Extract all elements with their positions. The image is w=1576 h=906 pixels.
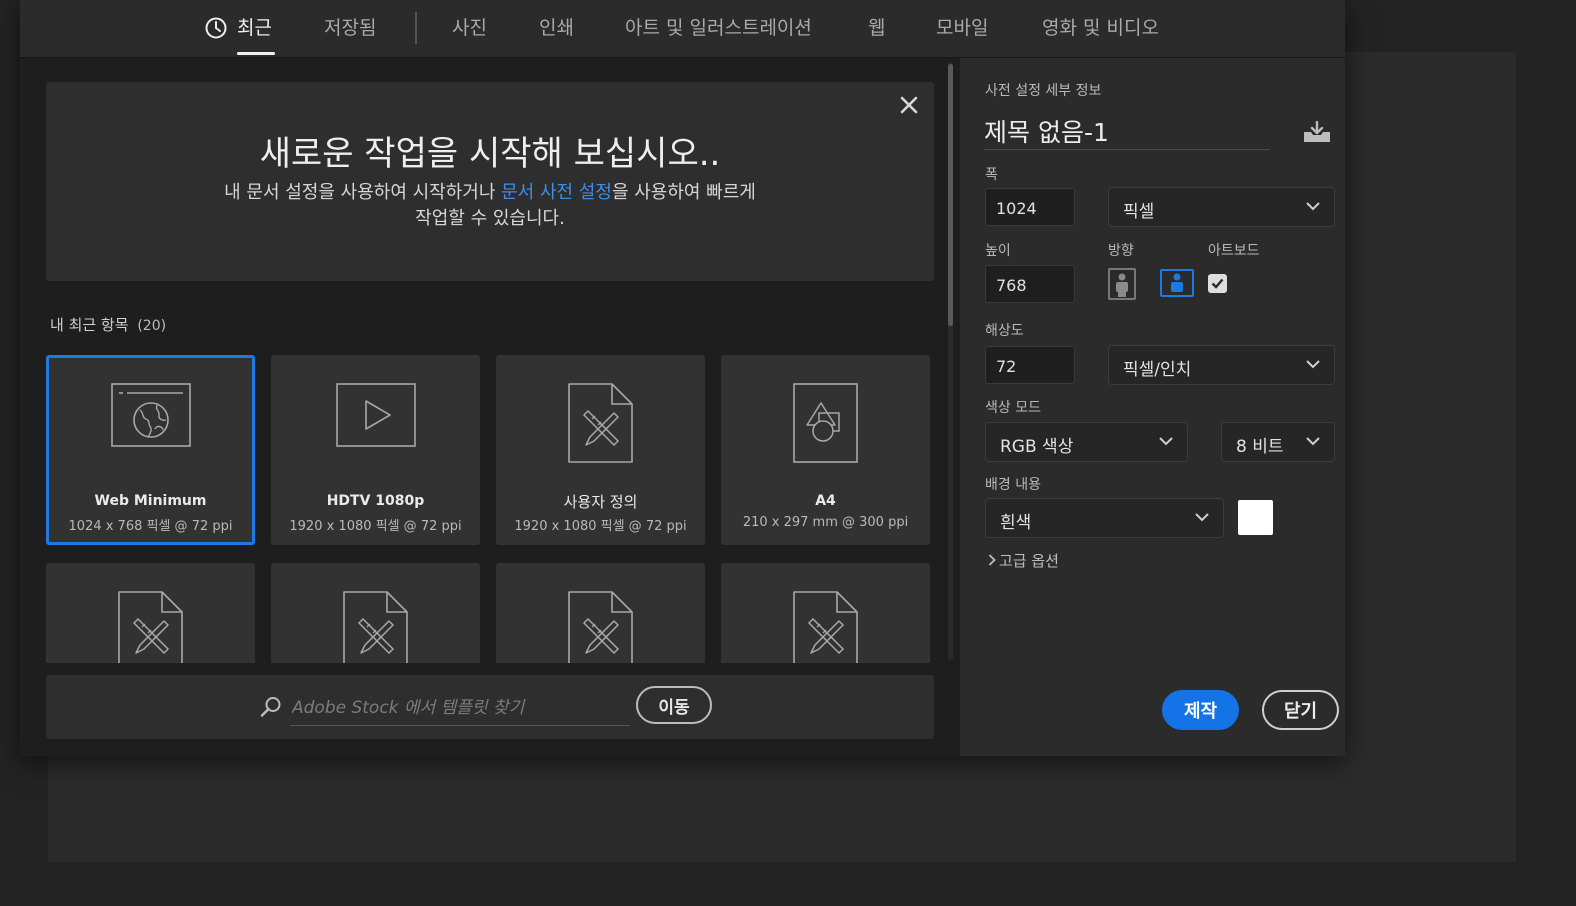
stock-go-button[interactable]: 이동 [636, 686, 712, 724]
tab-print[interactable]: 인쇄 [539, 13, 574, 40]
recent-item-name: 사용자 정의 [563, 493, 638, 511]
custom-document-icon [567, 383, 633, 463]
recent-item[interactable] [271, 563, 480, 663]
clock-icon [205, 17, 227, 39]
stock-search-input[interactable] [290, 691, 630, 726]
width-unit-value: 픽셀 [1123, 202, 1155, 222]
background-color-swatch[interactable] [1238, 500, 1273, 535]
recent-item-name: HDTV 1080p [326, 493, 425, 509]
height-input[interactable]: 768 [985, 265, 1075, 303]
document-presets-link[interactable]: 문서 사전 설정 [501, 182, 612, 203]
tab-web[interactable]: 웹 [868, 13, 885, 40]
welcome-text-part2: 을 사용하여 빠르게 [611, 182, 756, 203]
background-dropdown[interactable]: 흰색 [985, 498, 1224, 538]
recent-item-name: Web Minimum [94, 493, 207, 509]
video-icon [335, 383, 416, 447]
advanced-options-label: 고급 옵션 [999, 552, 1059, 570]
resolution-label: 해상도 [985, 323, 1024, 339]
active-tab-indicator [237, 52, 275, 55]
orientation-label: 방향 [1108, 243, 1134, 259]
welcome-text: 내 문서 설정을 사용하여 시작하거나 문서 사전 설정을 사용하여 빠르게 작… [46, 180, 934, 232]
width-label: 폭 [985, 167, 998, 183]
welcome-text-line2: 작업할 수 있습니다. [415, 208, 565, 229]
bit-depth-dropdown[interactable]: 8 비트 [1221, 422, 1335, 462]
color-mode-value: RGB 색상 [1000, 437, 1074, 457]
tab-recent[interactable]: 최근 [237, 13, 272, 40]
create-button[interactable]: 제작 [1162, 690, 1239, 730]
recent-items-count: (20) [137, 318, 167, 334]
custom-document-icon [567, 591, 633, 663]
preset-details-title: 사전 설정 세부 정보 [985, 83, 1102, 99]
landscape-orientation-icon[interactable] [1160, 269, 1194, 297]
tab-mobile[interactable]: 모바일 [936, 13, 988, 40]
recent-item-custom[interactable]: 사용자 정의 1920 x 1080 픽셀 @ 72 ppi [496, 355, 705, 545]
resolution-unit-dropdown[interactable]: 픽셀/인치 [1108, 345, 1335, 385]
recent-item-dimensions: 210 x 297 mm @ 300 ppi [742, 515, 909, 530]
width-unit-dropdown[interactable]: 픽셀 [1108, 187, 1335, 227]
stock-search-bar: 이동 [46, 675, 934, 739]
recent-item-name: A4 [815, 493, 836, 509]
recent-item-hdtv-1080p[interactable]: HDTV 1080p 1920 x 1080 픽셀 @ 72 ppi [271, 355, 480, 545]
artboard-checkbox[interactable] [1208, 274, 1227, 293]
chevron-down-icon [1306, 437, 1320, 446]
recent-item-dimensions: 1024 x 768 픽셀 @ 72 ppi [68, 519, 233, 534]
welcome-text-part1: 내 문서 설정을 사용하여 시작하거나 [224, 182, 502, 203]
save-preset-icon[interactable] [1303, 121, 1331, 143]
recent-items-title: 내 최근 항목 [50, 316, 129, 334]
recent-item[interactable] [496, 563, 705, 663]
recent-item[interactable] [721, 563, 930, 663]
search-icon [260, 697, 281, 717]
tab-photo[interactable]: 사진 [452, 13, 487, 40]
category-tabs: 최근 저장됨 사진 인쇄 아트 및 일러스트레이션 웹 모바일 영화 및 비디오 [20, 0, 1345, 58]
chevron-down-icon [1195, 513, 1209, 522]
close-icon[interactable] [898, 94, 920, 116]
recent-item-dimensions: 1920 x 1080 픽셀 @ 72 ppi [289, 519, 462, 534]
recent-item-web-minimum[interactable]: Web Minimum 1024 x 768 픽셀 @ 72 ppi [46, 355, 255, 545]
tab-film-video[interactable]: 영화 및 비디오 [1042, 13, 1159, 40]
portrait-orientation-icon[interactable] [1108, 268, 1136, 300]
color-mode-label: 색상 모드 [985, 400, 1041, 416]
recent-item[interactable] [46, 563, 255, 663]
recent-items-header: 내 최근 항목 (20) [50, 314, 166, 335]
background-value: 흰색 [1000, 513, 1032, 533]
recent-item-dimensions: 1920 x 1080 픽셀 @ 72 ppi [514, 519, 687, 534]
resolution-unit-value: 픽셀/인치 [1123, 360, 1192, 380]
close-button[interactable]: 닫기 [1262, 690, 1339, 730]
background-label: 배경 내용 [985, 477, 1041, 493]
recent-items-scrollbar[interactable] [948, 62, 953, 660]
welcome-title: 새로운 작업을 시작해 보십시오.. [259, 134, 721, 174]
chevron-down-icon [1306, 202, 1320, 211]
preset-details-panel: 사전 설정 세부 정보 제목 없음-1 폭 1024 픽셀 높이 방향 아트보드… [960, 58, 1345, 756]
artboard-label: 아트보드 [1208, 243, 1260, 259]
advanced-options-toggle[interactable]: 고급 옵션 [988, 550, 1059, 571]
resolution-input[interactable]: 72 [985, 346, 1075, 384]
custom-document-icon [342, 591, 408, 663]
color-mode-dropdown[interactable]: RGB 색상 [985, 422, 1188, 462]
web-icon [110, 383, 191, 447]
custom-document-icon [792, 591, 858, 663]
recent-item-a4[interactable]: A4 210 x 297 mm @ 300 ppi [721, 355, 930, 545]
new-document-dialog: 최근 저장됨 사진 인쇄 아트 및 일러스트레이션 웹 모바일 영화 및 비디오… [20, 0, 1345, 756]
chevron-down-icon [1159, 437, 1173, 446]
checkmark-icon [1211, 278, 1224, 289]
width-input[interactable]: 1024 [985, 188, 1075, 226]
custom-document-icon [117, 591, 183, 663]
tab-divider [415, 12, 417, 44]
welcome-banner: 새로운 작업을 시작해 보십시오.. 내 문서 설정을 사용하여 시작하거나 문… [46, 82, 934, 281]
tab-saved[interactable]: 저장됨 [324, 13, 376, 40]
tab-art-illustration[interactable]: 아트 및 일러스트레이션 [625, 13, 812, 40]
height-label: 높이 [985, 243, 1011, 259]
recent-items-grid: Web Minimum 1024 x 768 픽셀 @ 72 ppi HDTV … [46, 355, 936, 663]
print-document-icon [792, 383, 858, 463]
bit-depth-value: 8 비트 [1236, 437, 1284, 457]
chevron-down-icon [1306, 360, 1320, 369]
document-name-field[interactable]: 제목 없음-1 [984, 113, 1270, 150]
scrollbar-thumb[interactable] [948, 64, 953, 326]
chevron-right-icon [988, 554, 996, 566]
